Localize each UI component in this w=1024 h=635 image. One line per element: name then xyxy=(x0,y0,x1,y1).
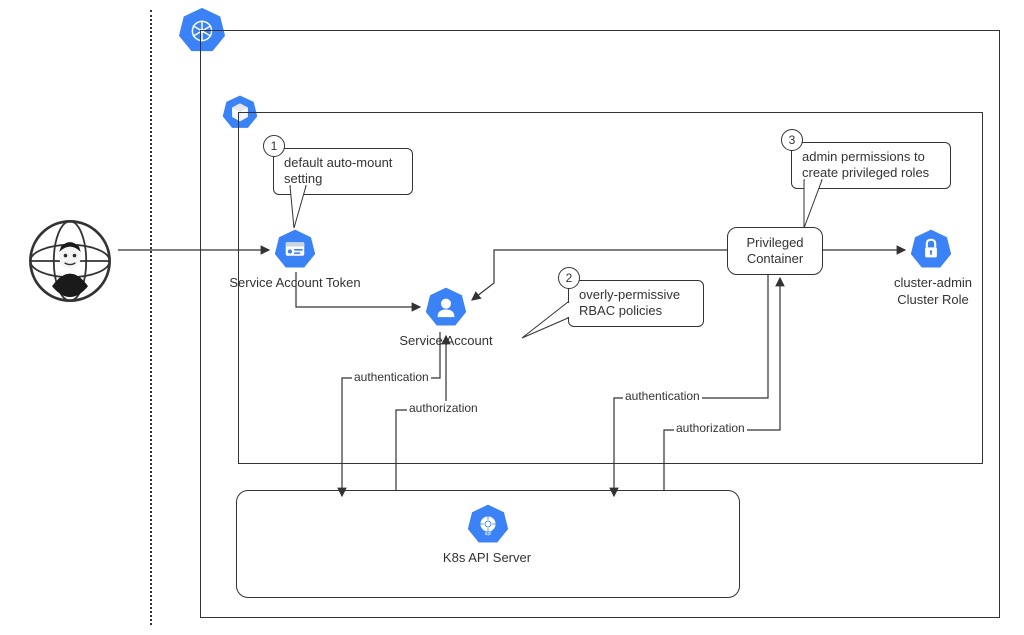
service-account-icon xyxy=(425,286,467,328)
edge-authz-sa: authorization xyxy=(407,401,480,415)
trust-boundary-divider xyxy=(150,10,152,625)
callout-1-badge: 1 xyxy=(263,135,285,157)
privileged-container-label: Privileged Container xyxy=(728,235,822,266)
api-server-icon: api xyxy=(467,503,509,545)
callout-2-num: 2 xyxy=(566,271,573,285)
callout-3-text: admin permissions to create privileged r… xyxy=(802,149,929,180)
edge-authz-pc: authorization xyxy=(674,421,747,435)
callout-3-badge: 3 xyxy=(781,129,803,151)
sa-label: Service Account xyxy=(386,333,506,348)
cluster-role-label: cluster-admin Cluster Role xyxy=(880,275,986,309)
callout-2-badge: 2 xyxy=(558,267,580,289)
api-label: K8s API Server xyxy=(430,550,544,565)
callout-2-tail xyxy=(540,310,580,350)
callout-1-tail xyxy=(290,186,330,236)
edge-authn-sa: authentication xyxy=(352,370,431,384)
callout-3-tail xyxy=(804,180,844,236)
callout-2: overly-permissive RBAC policies xyxy=(568,280,704,327)
edge-authn-pc: authentication xyxy=(623,389,702,403)
svg-text:api: api xyxy=(485,531,492,537)
callout-3-num: 3 xyxy=(789,133,796,147)
callout-1-num: 1 xyxy=(271,139,278,153)
sat-label: Service Account Token xyxy=(225,275,365,290)
callout-1-text: default auto-mount setting xyxy=(284,155,392,186)
attacker-icon xyxy=(25,216,115,306)
callout-2-text: overly-permissive RBAC policies xyxy=(579,287,680,318)
cluster-admin-role-icon xyxy=(910,228,952,270)
